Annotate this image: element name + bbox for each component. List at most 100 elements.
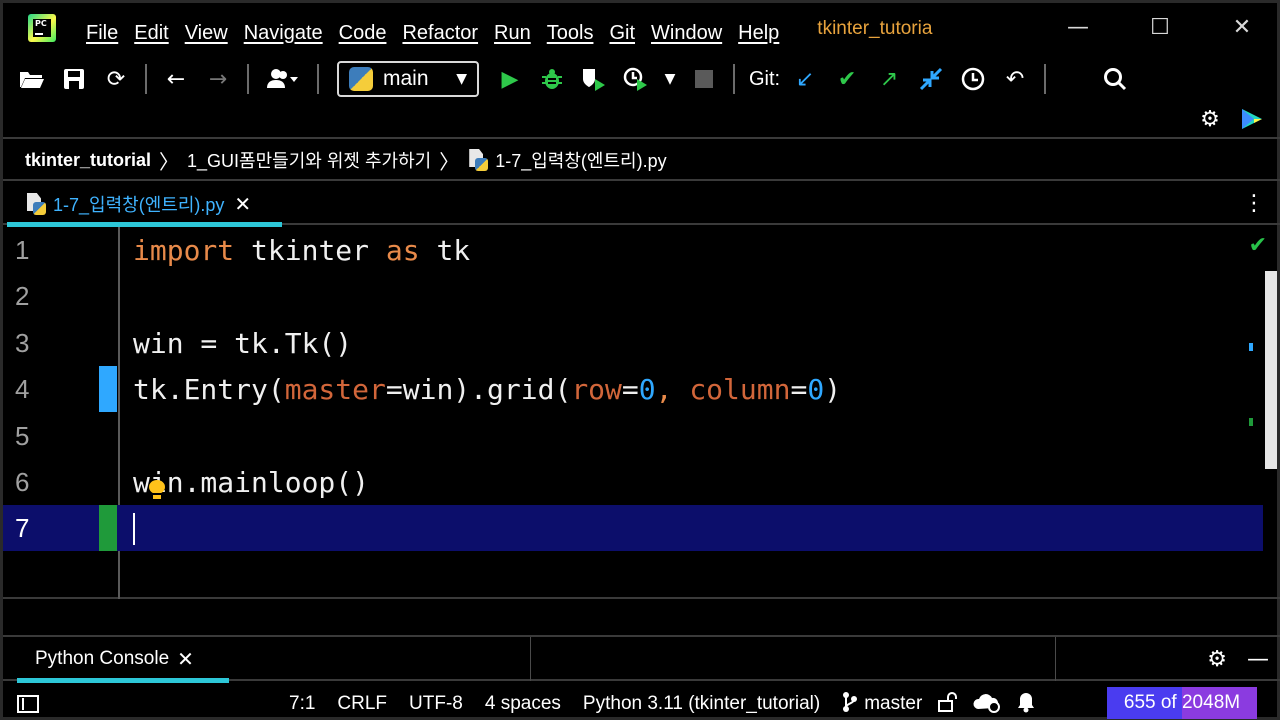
code-line[interactable]: 5 (3, 413, 1263, 459)
breadcrumb-folder[interactable]: 1_GUI폼만들기와 위젯 추가하기 (187, 147, 431, 173)
toggle-tool-windows-icon[interactable] (17, 695, 39, 713)
file-encoding[interactable]: UTF-8 (409, 693, 463, 715)
lock-open-icon[interactable] (938, 691, 958, 717)
window-controls: — ☐ ✕ (1037, 3, 1280, 59)
breadcrumb: tkinter_tutorial 〉 1_GUI폼만들기와 위젯 추가하기 〉 … (3, 141, 1280, 181)
console-tab-label: Python Console (35, 648, 170, 669)
memory-indicator[interactable]: 655 of 2048M (1107, 687, 1257, 719)
run-configuration-selector[interactable]: main ▼ (337, 61, 479, 97)
menu-code[interactable]: Code (339, 22, 387, 45)
python-file-icon (467, 149, 489, 171)
toolbar-separator (317, 64, 319, 94)
more-options-icon[interactable]: ⋮ (1243, 191, 1265, 216)
scroll-added-marker[interactable] (1249, 418, 1253, 426)
menu-window[interactable]: Window (651, 22, 722, 45)
line-separator[interactable]: CRLF (337, 693, 387, 715)
git-label: Git: (749, 67, 781, 90)
toolbar-row: ⟳ ← → main ▼ ▶ ▼ Git: ↙ ✔ ↗ ↶ (3, 59, 1280, 99)
git-merge-icon[interactable] (910, 59, 952, 99)
menu-refactor[interactable]: Refactor (402, 22, 478, 45)
plugin-icon[interactable] (1231, 99, 1273, 139)
maximize-icon[interactable]: ☐ (1119, 0, 1201, 55)
pycharm-logo-icon[interactable]: PC (28, 14, 56, 42)
menu-file[interactable]: File (86, 22, 118, 45)
close-tab-icon[interactable]: ✕ (234, 192, 251, 216)
tool-window-bar: Python Console ✕ ⚙ — (3, 635, 1280, 683)
breadcrumb-file[interactable]: 1-7_입력창(엔트리).py (495, 147, 666, 173)
code-line[interactable]: 4 tk.Entry(master=win).grid(row=0, colum… (3, 366, 1263, 412)
settings-icon[interactable]: ⚙ (1189, 99, 1231, 139)
user-icon[interactable] (257, 59, 309, 99)
open-folder-icon[interactable] (11, 59, 53, 99)
inspection-ok-icon[interactable]: ✔ (1249, 233, 1267, 258)
profile-icon[interactable] (615, 59, 657, 99)
line-number: 4 (15, 373, 30, 404)
menu-tools[interactable]: Tools (547, 22, 594, 45)
breadcrumb-project[interactable]: tkinter_tutorial (25, 150, 151, 171)
text-caret (133, 513, 135, 545)
forward-arrow-icon[interactable]: → (197, 59, 239, 99)
menu-view[interactable]: View (185, 22, 228, 45)
code-editor[interactable]: 1 import tkinter as tk 2 3 win = tk.Tk()… (3, 227, 1280, 599)
cloud-settings-icon[interactable] (972, 691, 1002, 718)
code-line[interactable]: 3 win = tk.Tk() (3, 320, 1263, 366)
stop-icon[interactable] (683, 59, 725, 99)
git-push-icon[interactable]: ↗ (868, 59, 910, 99)
menu-bar: PC File Edit View Navigate Code Refactor… (3, 3, 1280, 59)
rollback-icon[interactable]: ↶ (994, 59, 1036, 99)
code-text: win.mainloop() (133, 465, 370, 499)
added-line-marker[interactable] (99, 505, 117, 551)
toolbar-separator (733, 64, 735, 94)
menu-git[interactable]: Git (609, 22, 635, 45)
menu-run[interactable]: Run (494, 22, 531, 45)
python-icon (349, 67, 373, 91)
menu-navigate[interactable]: Navigate (244, 22, 323, 45)
minimize-icon[interactable]: — (1037, 0, 1119, 55)
menu-edit[interactable]: Edit (134, 22, 168, 45)
code-text: import tkinter as tk (133, 233, 471, 267)
code-text: win = tk.Tk() (133, 326, 353, 360)
git-update-icon[interactable]: ↙ (784, 59, 826, 99)
code-line[interactable]: 2 (3, 273, 1263, 319)
run-icon[interactable]: ▶ (489, 59, 531, 99)
editor-tab-label: 1-7_입력창(엔트리).py (53, 195, 225, 215)
coverage-icon[interactable] (573, 59, 615, 99)
settings-icon[interactable]: ⚙ (1207, 647, 1227, 672)
line-number: 5 (15, 420, 30, 451)
chevron-down-icon[interactable]: ▼ (657, 59, 683, 99)
code-line[interactable]: 1 import tkinter as tk (3, 227, 1263, 273)
line-number: 1 (15, 234, 30, 265)
panel-divider (1055, 637, 1056, 681)
close-window-icon[interactable]: ✕ (1201, 0, 1280, 55)
caret-position[interactable]: 7:1 (289, 693, 315, 715)
toolbar-separator (247, 64, 249, 94)
history-icon[interactable] (952, 59, 994, 99)
debug-icon[interactable] (531, 59, 573, 99)
close-tab-icon[interactable]: ✕ (177, 647, 194, 671)
back-arrow-icon[interactable]: ← (155, 59, 197, 99)
search-icon[interactable] (1094, 59, 1136, 99)
code-line[interactable]: 6 win.mainloop() (3, 459, 1263, 505)
toolbar-row-secondary: ⚙ (1189, 99, 1280, 139)
menu-help[interactable]: Help (738, 22, 779, 45)
lightbulb-icon[interactable] (149, 480, 165, 500)
change-marker[interactable] (99, 366, 117, 412)
editor-tab[interactable]: 1-7_입력창(엔트리).py ✕ (7, 183, 282, 227)
scroll-change-marker[interactable] (1249, 343, 1253, 351)
tab-python-console[interactable]: Python Console ✕ (17, 637, 229, 683)
notifications-icon[interactable] (1016, 691, 1036, 718)
run-configuration-label: main (383, 67, 429, 90)
indent-setting[interactable]: 4 spaces (485, 693, 561, 715)
python-interpreter[interactable]: Python 3.11 (tkinter_tutorial) (583, 693, 820, 715)
hide-panel-icon[interactable]: — (1247, 647, 1269, 672)
panel-divider (530, 637, 531, 681)
vertical-scrollbar[interactable] (1265, 271, 1277, 469)
line-number: 3 (15, 327, 30, 358)
git-branch[interactable]: master (864, 693, 922, 715)
toolbar-separator (1044, 64, 1047, 94)
git-commit-icon[interactable]: ✔ (826, 59, 868, 99)
sync-icon[interactable]: ⟳ (95, 59, 137, 99)
save-icon[interactable] (53, 59, 95, 99)
project-title: tkinter_tutoria (817, 18, 933, 39)
current-code-line[interactable]: 7 (3, 505, 1263, 551)
